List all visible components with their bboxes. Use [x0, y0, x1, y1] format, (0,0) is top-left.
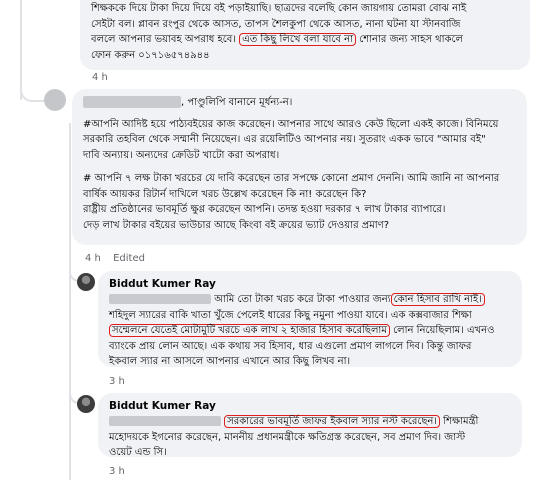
comment-timestamp[interactable]: 3 h [109, 466, 125, 477]
comment-text: সম্মেলনে যেতেই মোটামুটি খরচে এক লাখ ২ হা… [109, 323, 511, 339]
comment-text: ব্যাংকে প্রায় লোন আছে। এক কথায় সব হিসা… [109, 340, 472, 352]
comment-text: দেড় লাখ টাকার বইয়ের ভাউচার আছে কিংবা ব… [83, 219, 390, 231]
comment-text: রাষ্ট্রীয় প্রতিষ্ঠানের ভাবমূর্তি ক্ষুণ্… [83, 204, 446, 215]
comment-text: সরকারের ভাবমূর্তি জাফর ইকবাল স্যার নস্ট … [109, 414, 511, 430]
comment-text: বার্ষিক আয়কর রিটার্ন দাখিলে খরচ উল্লেখ … [83, 188, 367, 200]
redacted-mention [109, 416, 221, 426]
redacted-mention [109, 294, 211, 304]
comment-text: বললে আপনার ভয়াবহ অপরাধ হবে। এত কিছু লিখ… [91, 33, 463, 46]
highlighted-text: সরকারের ভাবমূর্তি জাফর ইকবাল স্যার নস্ট … [224, 415, 440, 428]
comment-author-line: , পাণ্ডুলিপি বানানে মূর্ধন্য-ন। [83, 95, 516, 111]
comment-bubble: Biddut Kumer Ray সরকারের ভাবমূর্তি জাফর … [98, 393, 522, 458]
comment-meta: 4 h Edited [85, 253, 145, 264]
avatar[interactable] [77, 273, 95, 291]
comment-author-name[interactable]: Biddut Kumer Ray [109, 277, 511, 292]
edited-label[interactable]: Edited [113, 253, 145, 264]
comment-timestamp[interactable]: 3 h [109, 376, 125, 387]
comment-text: শিক্ষককে দিয়ে টাকা দিয়ে দিয়ে বই পড়াই… [91, 3, 467, 14]
comment-text: সেইটা বল। প্লাবন রংপুর থেকে আসত, তাপস শৈ… [91, 18, 461, 30]
thread-line-replies [69, 123, 71, 480]
thread-connector [20, 86, 44, 102]
comment-text: সরকারি তহবিল থেকে সম্মানী নিয়েছেন। এর র… [83, 134, 486, 145]
comment-text: #আপনি আদিষ্ট হয়ে পাঠ্যবইয়ের কাজ করেছেন… [83, 118, 499, 130]
comment-text: দাবি অন্যায়। অন্যদের ক্রেডিট খাটো করা অ… [83, 149, 280, 161]
comment-text: শহিদুল স্যারের বাকি খাতা খুঁজে পেলেই ধার… [109, 309, 472, 321]
comment-text: মহোদয়কে ইগনোর করেছেন, মাননীয় প্রধানমন্… [109, 431, 466, 443]
highlighted-text: সম্মেলনে যেতেই মোটামুটি খরচে এক লাখ ২ হা… [109, 324, 390, 337]
comment-bubble: Biddut Kumer Ray আমি তো টাকা খরচ করে টাক… [98, 271, 522, 367]
comment-text: ফোন করুন ০১৭১৬৫৭৪৯৪৪ [91, 49, 210, 61]
comment-text: # আপনি ৭ লক্ষ টাকা খরচের যে দাবি করেছেন … [83, 173, 500, 184]
comment-text: ওয়েট এন্ড সি। [109, 447, 167, 458]
redacted-author-name [83, 96, 181, 108]
comment-bubble: শিক্ষককে দিয়ে টাকা দিয়ে দিয়ে বই পড়াই… [80, 0, 530, 70]
highlighted-text: কোন হিসাব রাখি নাই। [390, 293, 485, 306]
avatar[interactable] [77, 395, 95, 413]
comment-author-name[interactable]: Biddut Kumer Ray [109, 399, 511, 414]
thread-line-main [20, 0, 22, 100]
comment-timestamp[interactable]: 4 h [85, 253, 101, 264]
comment-text: আমি তো টাকা খরচ করে টাকা পাওয়ার জন্য কোন… [109, 292, 511, 308]
comment-bubble: , পাণ্ডুলিপি বানানে মূর্ধন্য-ন। #আপনি আদ… [72, 89, 527, 245]
avatar[interactable] [44, 89, 66, 111]
comment-text: ইকবাল স্যার না আসলে আপনার এখানে আর কিছু … [109, 356, 351, 367]
highlighted-text: এত কিছু লিখে বলা যাবে না [239, 33, 356, 46]
comment-timestamp[interactable]: 4 h [92, 72, 108, 83]
